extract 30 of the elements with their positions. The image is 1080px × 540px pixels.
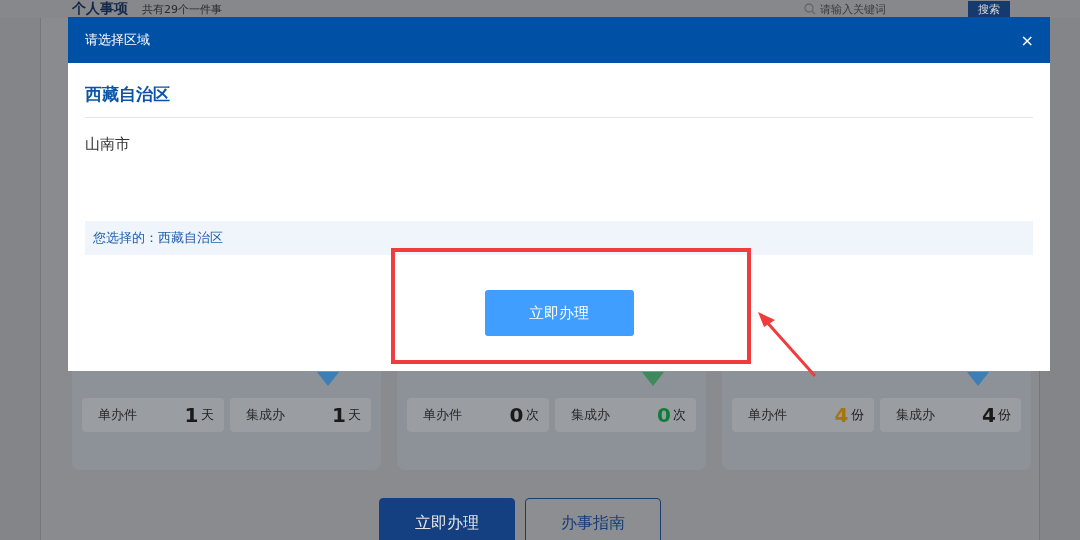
stat-unit: 次 — [525, 406, 539, 424]
page-title: 个人事项 — [72, 0, 128, 18]
search-icon — [804, 3, 816, 15]
stat-unit: 份 — [998, 406, 1011, 424]
stat-value: 1 — [184, 403, 199, 427]
stat-label: 单办件 — [423, 406, 463, 424]
stat-unit: 天 — [200, 406, 214, 424]
item-count: 共有29个一件事 — [142, 1, 222, 17]
search-field[interactable]: 请输入关键词 — [820, 2, 940, 16]
close-button[interactable]: × — [1020, 30, 1034, 50]
stat-value: 0 — [657, 403, 671, 427]
stat-label: 单办件 — [98, 406, 138, 424]
stat-unit: 天 — [348, 406, 361, 424]
stat-unit: 次 — [673, 406, 686, 424]
city-option[interactable]: 山南市 — [85, 135, 130, 153]
stat-value: 0 — [509, 403, 524, 427]
stat-unit: 份 — [850, 406, 864, 424]
stat-label: 集成办 — [570, 406, 611, 424]
selection-text: 您选择的：西藏自治区 — [93, 229, 223, 247]
region-heading: 西藏自治区 — [85, 63, 1033, 118]
annotation-arrow — [757, 312, 819, 378]
dialog-title: 请选择区域 — [85, 31, 150, 49]
search-button[interactable]: 搜索 — [968, 0, 1010, 18]
stat-label: 单办件 — [748, 406, 788, 424]
stat-label: 集成办 — [245, 406, 286, 424]
stat-value: 1 — [332, 403, 346, 427]
stat-value: 4 — [834, 403, 849, 427]
stat-label: 集成办 — [895, 406, 936, 424]
action-button[interactable]: 立即办理 — [379, 498, 515, 540]
stat-value: 4 — [982, 403, 996, 427]
